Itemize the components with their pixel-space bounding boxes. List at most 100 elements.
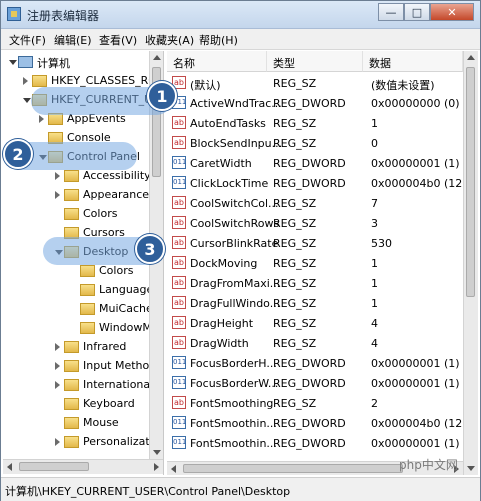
value-data: 0x00000001 (1) [371,157,460,170]
value-name: DragHeight [190,317,254,330]
scroll-right-icon[interactable] [154,463,159,471]
value-row[interactable]: ab (默认) REG_SZ (数值未设置) [167,73,463,93]
tree-item[interactable]: Input Method [3,357,156,376]
binary-value-icon: 011 [172,416,186,429]
values-hscroll-thumb[interactable] [183,464,403,473]
value-row[interactable]: ab DockMoving REG_SZ 1 [167,253,463,273]
menu-view[interactable]: 查看(V) [99,32,137,48]
column-header-name[interactable]: 名称 [167,51,267,72]
expand-arrow-icon[interactable] [39,115,44,123]
string-value-icon: ab [172,316,186,329]
expand-arrow-icon[interactable] [55,381,60,389]
scroll-down-icon[interactable] [153,450,161,455]
value-row[interactable]: ab DragWidth REG_SZ 4 [167,333,463,353]
value-row[interactable]: ab DragFromMaxi... REG_SZ 1 [167,273,463,293]
step-badge-2: 2 [3,139,33,169]
tree-item[interactable]: Personalization [3,433,163,452]
window-controls: — □ ✕ [378,3,474,21]
column-header-type[interactable]: 类型 [267,51,363,72]
menu-edit[interactable]: 编辑(E) [54,32,92,48]
folder-icon [64,341,79,353]
value-row[interactable]: 011 FocusBorderW... REG_DWORD 0x00000001 (1… [167,373,463,393]
tree-item[interactable]: WindowMet [3,319,163,338]
binary-value-icon: 011 [172,436,186,449]
scroll-up-icon[interactable] [467,55,475,60]
tree-item[interactable]: LanguageCo [3,281,163,300]
tree-item-label: Colors [83,207,118,220]
expand-arrow-icon[interactable] [55,191,60,199]
values-vertical-scrollbar[interactable] [463,51,478,475]
value-row[interactable]: ab CoolSwitchRows REG_SZ 3 [167,213,463,233]
scroll-left-icon[interactable] [171,465,176,473]
tree-item[interactable]: 计算机 [3,53,151,72]
value-row[interactable]: ab FontSmoothing REG_SZ 2 [167,393,463,413]
maximize-button[interactable]: □ [404,3,430,21]
value-row[interactable]: ab CursorBlinkRate REG_SZ 530 [167,233,463,253]
string-value-icon: ab [172,216,186,229]
value-name: FontSmoothing [190,397,274,410]
value-type: REG_DWORD [273,357,346,370]
tree-item[interactable]: Mouse [3,414,151,433]
value-row[interactable]: ab DragHeight REG_SZ 4 [167,313,463,333]
close-button[interactable]: ✕ [430,3,474,21]
value-data: 530 [371,237,392,250]
values-scroll-thumb[interactable] [466,67,475,297]
expand-arrow-icon[interactable] [55,343,60,351]
minimize-button[interactable]: — [378,3,404,21]
menu-favorites[interactable]: 收藏夹(A) [145,32,194,48]
value-type: REG_SZ [273,397,317,410]
value-row[interactable]: 011 FontSmoothin... REG_DWORD 0x000004b0 (1… [167,413,463,433]
tree-item[interactable]: Colors [3,205,151,224]
value-data: 1 [371,277,378,290]
tree-item-label: HKEY_CLASSES_ROOT [51,74,164,87]
value-data: 1 [371,297,378,310]
scroll-down-icon[interactable] [467,466,475,471]
tree-hscroll-thumb[interactable] [19,462,89,471]
collapse-arrow-icon[interactable] [23,98,31,103]
menu-file[interactable]: 文件(F) [9,32,46,48]
value-row[interactable]: ab DragFullWindo... REG_SZ 1 [167,293,463,313]
value-row[interactable]: ab BlockSendInpu... REG_SZ 0 [167,133,463,153]
tree-item[interactable]: Keyboard [3,395,151,414]
expand-arrow-icon[interactable] [55,362,60,370]
tree-horizontal-scrollbar[interactable] [3,459,163,474]
value-row[interactable]: ab AutoEndTasks REG_SZ 1 [167,113,463,133]
tree-item[interactable]: International [3,376,153,395]
value-data: 0x00000001 (1) [371,357,460,370]
tree-item-label: Accessibility [83,169,151,182]
value-name: CursorBlinkRate [190,237,279,250]
value-row[interactable]: ab CoolSwitchCol... REG_SZ 7 [167,193,463,213]
folder-icon [64,417,79,429]
value-data: 0x000004b0 (1200) [371,177,463,190]
binary-value-icon: 011 [172,376,186,389]
value-row[interactable]: 011 ClickLockTime REG_DWORD 0x000004b0 (120… [167,173,463,193]
value-type: REG_SZ [273,137,317,150]
value-type: REG_SZ [273,197,317,210]
value-data: 0x000004b0 (1200) [371,417,463,430]
scroll-left-icon[interactable] [7,463,12,471]
string-value-icon: ab [172,116,186,129]
expand-arrow-icon[interactable] [23,77,28,85]
string-value-icon: ab [172,296,186,309]
expand-arrow-icon[interactable] [55,172,60,180]
value-row[interactable]: 011 CaretWidth REG_DWORD 0x00000001 (1) [167,153,463,173]
value-data: 1 [371,117,378,130]
value-row[interactable]: 011 ActiveWndTrac... REG_DWORD 0x00000000 (… [167,93,463,113]
expand-arrow-icon[interactable] [55,438,60,446]
column-header-data[interactable]: 数据 [363,51,463,72]
value-row[interactable]: 011 FontSmoothin... REG_DWORD 0x00000001 (1… [167,433,463,453]
value-row[interactable]: 011 FocusBorderH... REG_DWORD 0x00000001 (1… [167,353,463,373]
value-type: REG_SZ [273,117,317,130]
folder-icon [64,360,79,372]
tree-item[interactable]: MuiCached [3,300,160,319]
string-value-icon: ab [172,236,186,249]
value-type: REG_SZ [273,337,317,350]
tree-item[interactable]: Infrared [3,338,151,357]
collapse-arrow-icon[interactable] [9,60,17,65]
tree-item[interactable]: Appearance [3,186,151,205]
value-data: 3 [371,217,378,230]
computer-icon [18,56,33,68]
scroll-up-icon[interactable] [153,55,161,60]
value-type: REG_DWORD [273,177,346,190]
menu-help[interactable]: 帮助(H) [199,32,238,48]
